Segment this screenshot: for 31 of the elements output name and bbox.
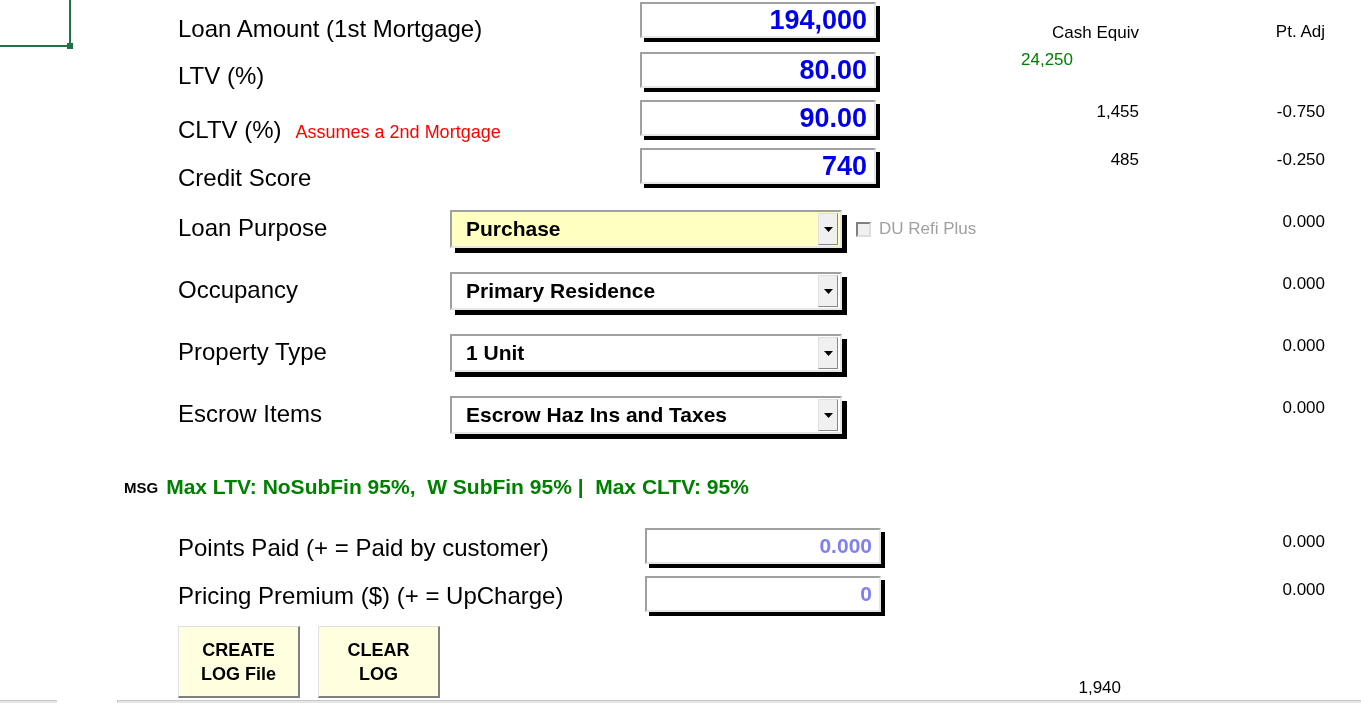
field-label: LTV (%) <box>178 62 265 90</box>
column-header: Cash Equiv <box>1052 22 1139 44</box>
field-label: Property Type <box>178 338 327 366</box>
selected-cell[interactable] <box>0 0 71 47</box>
message-label: MSG <box>124 478 159 496</box>
cash-value: 1,940 <box>1078 678 1121 698</box>
adjustment-value: -0.750 <box>1276 102 1325 121</box>
message-text: Max LTV: NoSubFin 95%, W SubFin 95% | Max CLTV: 95% <box>166 475 749 499</box>
field-note: Assumes a 2nd Mortgage <box>295 122 501 143</box>
cash-summary: 24,250 <box>1021 50 1073 70</box>
adjustment-value: 0.000 <box>1282 580 1325 599</box>
column-header: Pt. Adj <box>1275 22 1325 41</box>
field-label: Occupancy <box>178 276 299 304</box>
cash-value: 1,455 <box>1096 102 1139 122</box>
field-label: CLTV (%) <box>178 116 282 144</box>
cash-value: 485 <box>1110 150 1139 170</box>
adjustment-value: 0.000 <box>1282 336 1325 355</box>
checkbox-label: DU Refi Plus <box>879 219 977 239</box>
field-label: Pricing Premium ($) (+ = UpCharge) <box>178 582 564 610</box>
adjustment-value: 0.000 <box>1282 398 1325 417</box>
field-label: Escrow Items <box>178 400 323 428</box>
log-button[interactable]: CREATE LOG File <box>178 626 300 698</box>
adjustment-value: 0.000 <box>1282 212 1325 231</box>
adjustment-value: -0.250 <box>1276 150 1325 169</box>
field-label: Loan Purpose <box>178 214 328 242</box>
field-label: Points Paid (+ = Paid by customer) <box>178 534 549 562</box>
adjustment-value: 0.000 <box>1282 532 1325 551</box>
field-label: Credit Score <box>178 164 312 192</box>
log-button[interactable]: CLEAR LOG <box>318 626 440 698</box>
adjustment-value: 0.000 <box>1282 274 1325 293</box>
field-label: Loan Amount (1st Mortgage) <box>178 15 483 43</box>
